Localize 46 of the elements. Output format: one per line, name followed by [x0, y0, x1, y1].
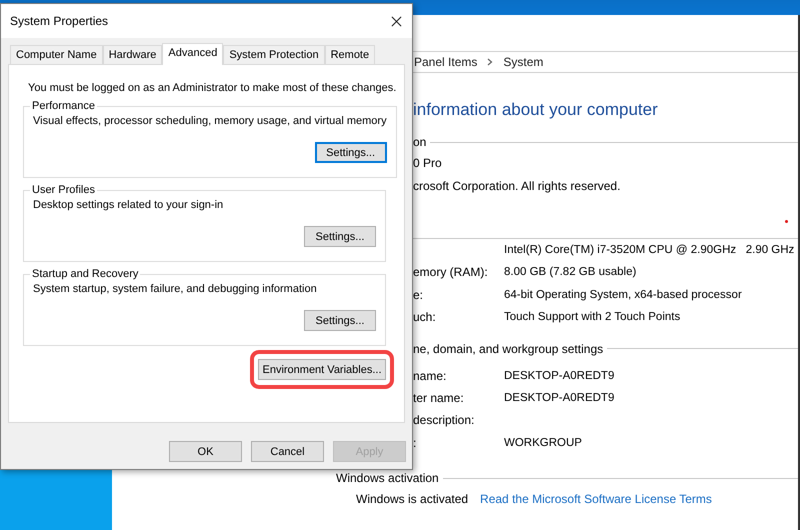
group-title: Performance [31, 100, 96, 112]
close-icon[interactable] [391, 16, 402, 26]
field-label: : [413, 436, 416, 450]
activation-status: Windows is activated [356, 492, 468, 506]
license-link[interactable]: Read the Microsoft Software License Terms [480, 492, 712, 506]
group-description: Visual effects, processor scheduling, memory usage, and virtual memory [33, 115, 387, 127]
settings-button[interactable]: Settings... [304, 226, 376, 247]
section-title: Windows activation [336, 471, 440, 486]
field-value: 8.00 GB (7.82 GB usable) [504, 265, 636, 280]
field-value: WORKGROUP [504, 436, 582, 451]
dot-icon [785, 220, 788, 223]
field-label: ter name: [413, 390, 464, 405]
tab[interactable]: Remote [324, 45, 376, 64]
notice-text: You must be logged on as an Administrator to make most of these changes. [28, 81, 396, 96]
breadcrumb-item[interactable]: Panel Items [414, 55, 478, 69]
breadcrumb-item[interactable]: System [503, 55, 544, 69]
field-value: Intel(R) Core(TM) i7-3520M CPU @ 2.90GHz 2.90 GHz [504, 243, 794, 258]
group-title: User Profiles [31, 184, 96, 196]
chevron-icon [487, 58, 494, 66]
dialog-button[interactable]: Cancel [251, 441, 324, 462]
section-title: ne, domain, and workgroup settings [413, 342, 604, 356]
field-label: name: [413, 368, 446, 383]
field-value: DESKTOP-A0REDT9 [504, 390, 614, 406]
info-text: 0 Pro [413, 155, 443, 172]
tab[interactable]: Hardware [102, 45, 162, 64]
field-label: uch: [413, 310, 436, 324]
group-description: System startup, system failure, and debugging information [33, 283, 318, 295]
field-value: DESKTOP-A0REDT9 [504, 368, 614, 384]
window-title: System Properties [10, 14, 108, 28]
environment-variables-button[interactable]: Environment Variables... [258, 359, 386, 380]
field-value: 64-bit Operating System, x64-based processor [504, 288, 742, 303]
field-label: description: [413, 413, 474, 428]
tab[interactable]: Computer Name [10, 45, 103, 64]
settings-button[interactable]: Settings... [314, 142, 387, 163]
tab[interactable]: System Protection [223, 45, 325, 64]
section-title: on [413, 135, 428, 149]
field-label: e: [413, 288, 424, 302]
page-heading: information about your computer [413, 99, 659, 121]
group-title: Startup and Recovery [31, 268, 140, 280]
dialog-button[interactable]: OK [169, 441, 242, 462]
field-label: emory (RAM): [413, 265, 488, 280]
tab[interactable]: Advanced [162, 43, 224, 65]
settings-button[interactable]: Settings... [304, 310, 376, 331]
group-description: Desktop settings related to your sign-in [33, 199, 224, 211]
field-value: Touch Support with 2 Touch Points [504, 310, 680, 326]
info-text: crosoft Corporation. All rights reserved. [413, 178, 622, 195]
